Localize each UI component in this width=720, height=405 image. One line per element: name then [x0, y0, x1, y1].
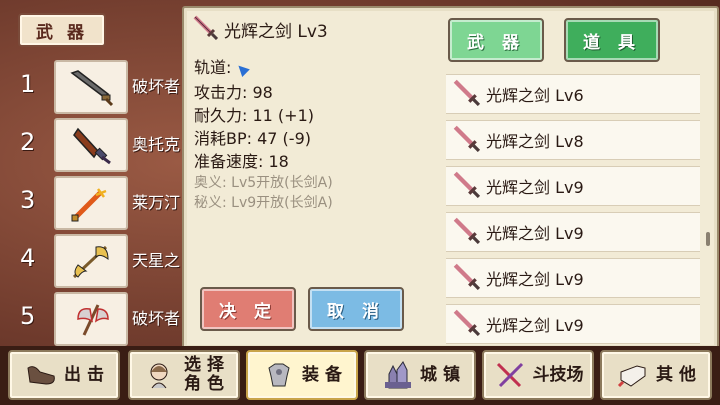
nav-town-button[interactable]: 城 镇 [364, 350, 476, 400]
nav-other-label: 其 他 [656, 364, 696, 385]
shoe-icon [24, 358, 58, 392]
item-name: 光辉之剑 Lv9 [486, 178, 584, 197]
orbit-label: 轨道: [194, 58, 232, 77]
halberd-icon [54, 234, 128, 288]
nav-sortie-label: 出 击 [64, 364, 104, 385]
glow-sword-icon [452, 124, 481, 156]
crossed-swords-icon [493, 358, 527, 392]
detail-weapon-name: 光辉之剑 Lv3 [224, 22, 328, 42]
character-icon [144, 358, 178, 392]
item-name: 光辉之剑 Lv9 [486, 224, 584, 243]
slot-number: 5 [20, 302, 36, 330]
cleaver-icon [54, 60, 128, 114]
glow-sword-icon [192, 14, 219, 45]
nav-equip-label: 装 备 [302, 364, 342, 385]
nav-town-label: 城 镇 [420, 364, 460, 385]
slot-weapon-name: 破坏者 [132, 309, 181, 328]
inventory-scrollbar[interactable] [706, 232, 710, 246]
equipped-slot-5[interactable]: 5 破坏者 [0, 290, 190, 346]
item-name: 光辉之剑 Lv9 [486, 270, 584, 289]
bp-cost-stat: 消耗BP: 47 (-9) [194, 129, 311, 148]
nav-select-character-label: 选 择角 色 [184, 356, 224, 394]
confirm-button[interactable]: 决 定 [200, 287, 296, 331]
tab-weapons[interactable]: 武 器 [448, 18, 544, 62]
slot-weapon-name: 破坏者 [132, 77, 181, 96]
glow-sword-icon [452, 78, 481, 110]
secret-skill-2: 秘义: Lv9开放(长剑A) [194, 195, 333, 211]
slot-number: 1 [20, 70, 36, 98]
nav-equip-button[interactable]: 装 备 [246, 350, 358, 400]
attack-stat: 攻击力: 98 [194, 83, 273, 102]
nav-sortie-button[interactable]: 出 击 [8, 350, 120, 400]
detail-title-row: 光辉之剑 Lv3 [192, 14, 328, 45]
slot-number: 2 [20, 128, 36, 156]
slot-weapon-name: 莱万汀 [132, 193, 181, 212]
nav-select-label-line1: 选 择 [184, 355, 224, 375]
inventory-item[interactable]: 光辉之剑 Lv9 [446, 212, 700, 252]
slot-weapon-name: 奥托克 [132, 135, 181, 154]
glow-sword-icon [452, 170, 481, 202]
equipped-slot-4[interactable]: 4 天星之 [0, 232, 190, 288]
axe-icon [54, 292, 128, 346]
equipped-slot-3[interactable]: 3 莱万汀 [0, 174, 190, 230]
slot-weapon-name: 天星之 [132, 251, 181, 270]
weapon-stats: 轨道: ▲ 攻击力: 98 耐久力: 11 (+1) 消耗BP: 47 (-9) … [194, 56, 333, 213]
slot-number: 3 [20, 186, 36, 214]
item-name: 光辉之剑 Lv6 [486, 86, 584, 105]
cancel-button[interactable]: 取 消 [308, 287, 404, 331]
orbit-row: 轨道: ▲ [194, 56, 333, 81]
glow-sword-icon [452, 308, 481, 340]
glow-sword-icon [452, 262, 481, 294]
inventory-item[interactable]: 光辉之剑 Lv9 [446, 304, 700, 344]
nav-other-button[interactable]: 其 他 [600, 350, 712, 400]
inventory-item[interactable]: 光辉之剑 Lv9 [446, 258, 700, 298]
item-name: 光辉之剑 Lv8 [486, 132, 584, 151]
weapon-category-tab[interactable]: 武 器 [18, 13, 106, 47]
tab-items[interactable]: 道 具 [564, 18, 660, 62]
nav-arena-button[interactable]: 斗技场 [482, 350, 594, 400]
nav-select-character-button[interactable]: 选 择角 色 [128, 350, 240, 400]
glow-sword-icon [452, 216, 481, 248]
nav-arena-label: 斗技场 [532, 364, 584, 385]
equipped-slot-2[interactable]: 2 奥托克 [0, 116, 190, 172]
bell-sword-icon [54, 118, 128, 172]
item-name: 光辉之剑 Lv9 [486, 316, 584, 335]
flame-sword-icon [54, 176, 128, 230]
durability-stat: 耐久力: 11 (+1) [194, 106, 314, 125]
equipped-slot-1[interactable]: 1 破坏者 [0, 58, 190, 114]
inventory-item[interactable]: 光辉之剑 Lv6 [446, 74, 700, 114]
hand-icon [616, 358, 650, 392]
castle-icon [380, 358, 414, 392]
orbit-arrow-icon: ▲ [232, 59, 252, 79]
inventory-item[interactable]: 光辉之剑 Lv9 [446, 166, 700, 206]
bottom-nav: 出 击 选 择角 色 装 备 城 镇 斗技场 其 他 [0, 346, 720, 405]
inventory-item[interactable]: 光辉之剑 Lv8 [446, 120, 700, 160]
secret-skill-1: 奥义: Lv5开放(长剑A) [194, 175, 333, 191]
armor-icon [262, 358, 296, 392]
ready-speed-stat: 准备速度: 18 [194, 152, 289, 171]
slot-number: 4 [20, 244, 36, 272]
equipment-panel: 光辉之剑 Lv3 轨道: ▲ 攻击力: 98 耐久力: 11 (+1) 消耗BP:… [182, 6, 719, 350]
nav-select-label-line2: 角 色 [184, 374, 224, 394]
